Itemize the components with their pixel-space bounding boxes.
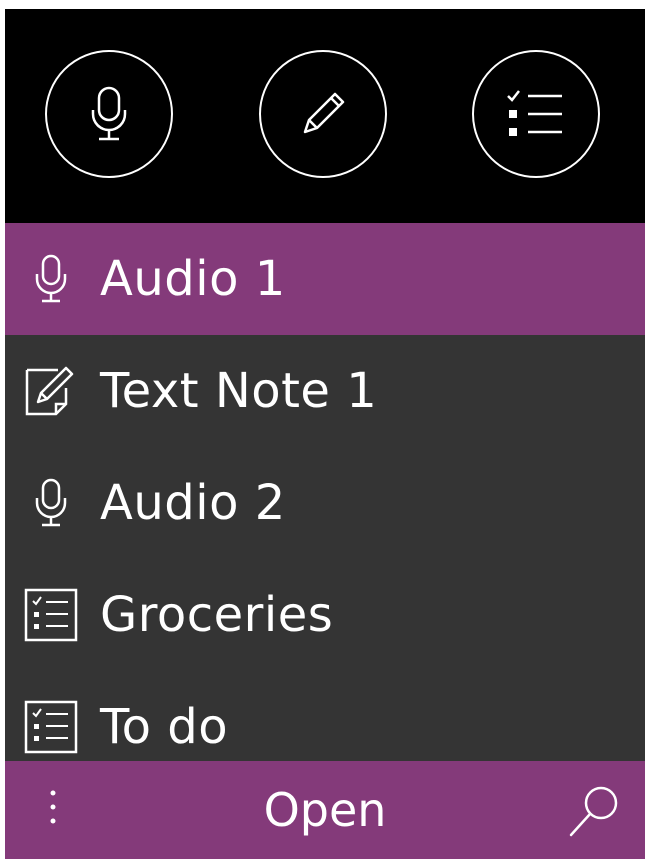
more-options-button[interactable]: [35, 783, 71, 837]
search-icon: [569, 786, 618, 837]
new-text-note-button[interactable]: [259, 50, 387, 178]
note-title: To do: [100, 699, 229, 755]
checklist-icon: [23, 585, 78, 645]
note-row-text-note-1[interactable]: Text Note 1: [5, 335, 645, 447]
note-row-audio-2[interactable]: Audio 2: [5, 447, 645, 559]
notes-app: Audio 1 Text Note 1 Audio 2 Groceries To…: [5, 9, 645, 859]
search-button[interactable]: [565, 783, 625, 843]
note-title: Groceries: [100, 587, 334, 643]
microphone-icon: [23, 473, 78, 533]
note-title: Text Note 1: [100, 363, 378, 419]
note-title: Audio 1: [100, 251, 286, 307]
microphone-icon: [23, 249, 78, 309]
microphone-icon: [91, 86, 127, 141]
text-note-icon: [23, 361, 78, 421]
checklist-icon: [507, 90, 562, 136]
note-row-to-do[interactable]: To do: [5, 671, 645, 761]
checklist-icon: [23, 697, 78, 757]
quick-create-toolbar: [5, 9, 645, 223]
note-title: Audio 2: [100, 475, 286, 531]
app-bar: Open: [5, 761, 645, 859]
pencil-icon: [303, 92, 345, 134]
note-row-groceries[interactable]: Groceries: [5, 559, 645, 671]
notes-list: Audio 1 Text Note 1 Audio 2 Groceries To…: [5, 223, 645, 761]
new-checklist-button[interactable]: [472, 50, 600, 178]
more-dots-icon: [50, 790, 56, 824]
new-audio-note-button[interactable]: [45, 50, 173, 178]
note-row-audio-1[interactable]: Audio 1: [5, 223, 645, 335]
open-button[interactable]: Open: [225, 779, 425, 841]
